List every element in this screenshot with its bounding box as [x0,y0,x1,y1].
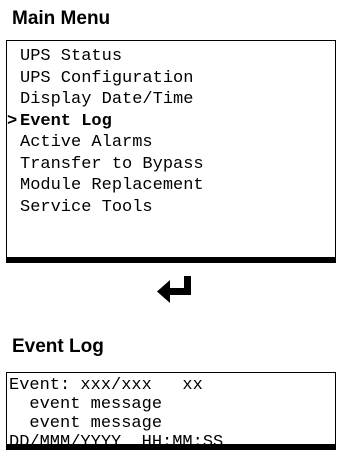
selection-marker: > [7,111,18,131]
event-log-message-line: event message [9,395,163,414]
menu-item-event-log[interactable]: > Event Log [7,111,335,133]
menu-item-display-date-time[interactable]: Display Date/Time [7,89,335,111]
menu-item-label: Active Alarms [20,133,153,152]
menu-item-active-alarms[interactable]: Active Alarms [7,132,335,154]
menu-item-transfer-to-bypass[interactable]: Transfer to Bypass [7,154,335,176]
menu-item-label: UPS Status [20,47,123,66]
menu-item-ups-status[interactable]: UPS Status [7,46,335,68]
menu-item-label: Transfer to Bypass [20,154,204,174]
enter-arrow-icon [157,276,191,303]
event-log-panel: Event: xxx/xxx xx event message event me… [6,372,336,452]
menu-item-label: UPS Configuration [20,68,194,88]
event-log-message-line: event message [9,414,163,433]
menu-item-label: Service Tools [20,197,153,217]
menu-item-label: Event Log [20,111,112,131]
menu-item-label: Module Replacement [20,176,204,195]
main-menu-title: Main Menu [12,8,111,29]
event-log-title: Event Log [12,336,104,357]
menu-item-label: Display Date/Time [20,90,194,109]
main-menu-panel: UPS Status UPS Configuration Display Dat… [6,40,336,263]
event-log-header-line: Event: xxx/xxx xx [9,376,203,395]
event-log-timestamp-line: DD/MMM/YYYY HH:MM:SS [9,433,224,452]
menu-item-ups-configuration[interactable]: UPS Configuration [7,68,335,90]
menu-item-module-replacement[interactable]: Module Replacement [7,175,335,197]
menu-item-service-tools[interactable]: Service Tools [7,197,335,219]
